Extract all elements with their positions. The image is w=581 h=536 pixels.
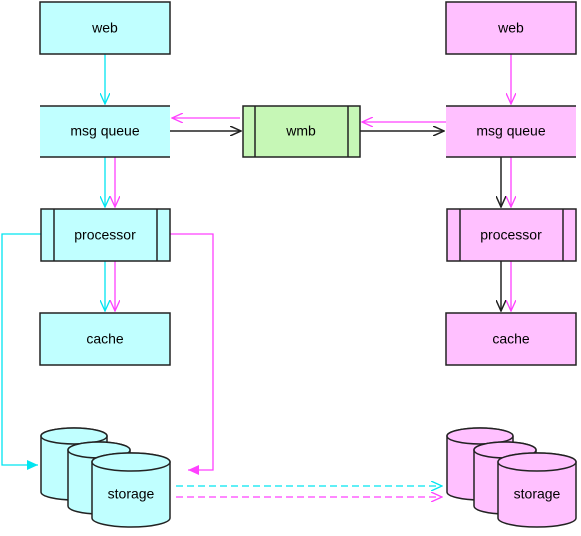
left-cache-label: cache xyxy=(86,331,124,347)
left-storage-node[interactable]: storage xyxy=(40,427,171,528)
left-msg-queue-label: msg queue xyxy=(70,123,139,139)
left-storage-label: storage xyxy=(108,486,155,502)
architecture-diagram: web msg queue processor cache storage wm… xyxy=(1,1,577,528)
right-processor-node[interactable]: processor xyxy=(446,208,577,262)
proc-to-storage-cyan-arrow xyxy=(1,233,41,470)
left-msg-queue-node[interactable]: msg queue xyxy=(40,105,170,158)
right-processor-label: processor xyxy=(480,227,542,243)
wmb-node[interactable]: wmb xyxy=(242,105,361,158)
right-web-node[interactable]: web xyxy=(445,1,577,55)
right-msg-queue-label: msg queue xyxy=(476,123,545,139)
proc-to-storage-magenta-arrow xyxy=(170,233,214,475)
left-cache-node[interactable]: cache xyxy=(39,312,171,366)
right-cache-label: cache xyxy=(492,331,530,347)
right-cache-node[interactable]: cache xyxy=(445,312,577,366)
left-web-node[interactable]: web xyxy=(39,1,171,55)
right-storage-label: storage xyxy=(514,486,561,502)
right-storage-node[interactable]: storage xyxy=(446,427,577,528)
left-processor-label: processor xyxy=(74,227,136,243)
left-web-label: web xyxy=(91,20,118,36)
left-processor-node[interactable]: processor xyxy=(40,208,171,262)
right-web-label: web xyxy=(497,20,524,36)
right-msg-queue-node[interactable]: msg queue xyxy=(446,105,576,158)
wmb-label: wmb xyxy=(285,123,316,139)
